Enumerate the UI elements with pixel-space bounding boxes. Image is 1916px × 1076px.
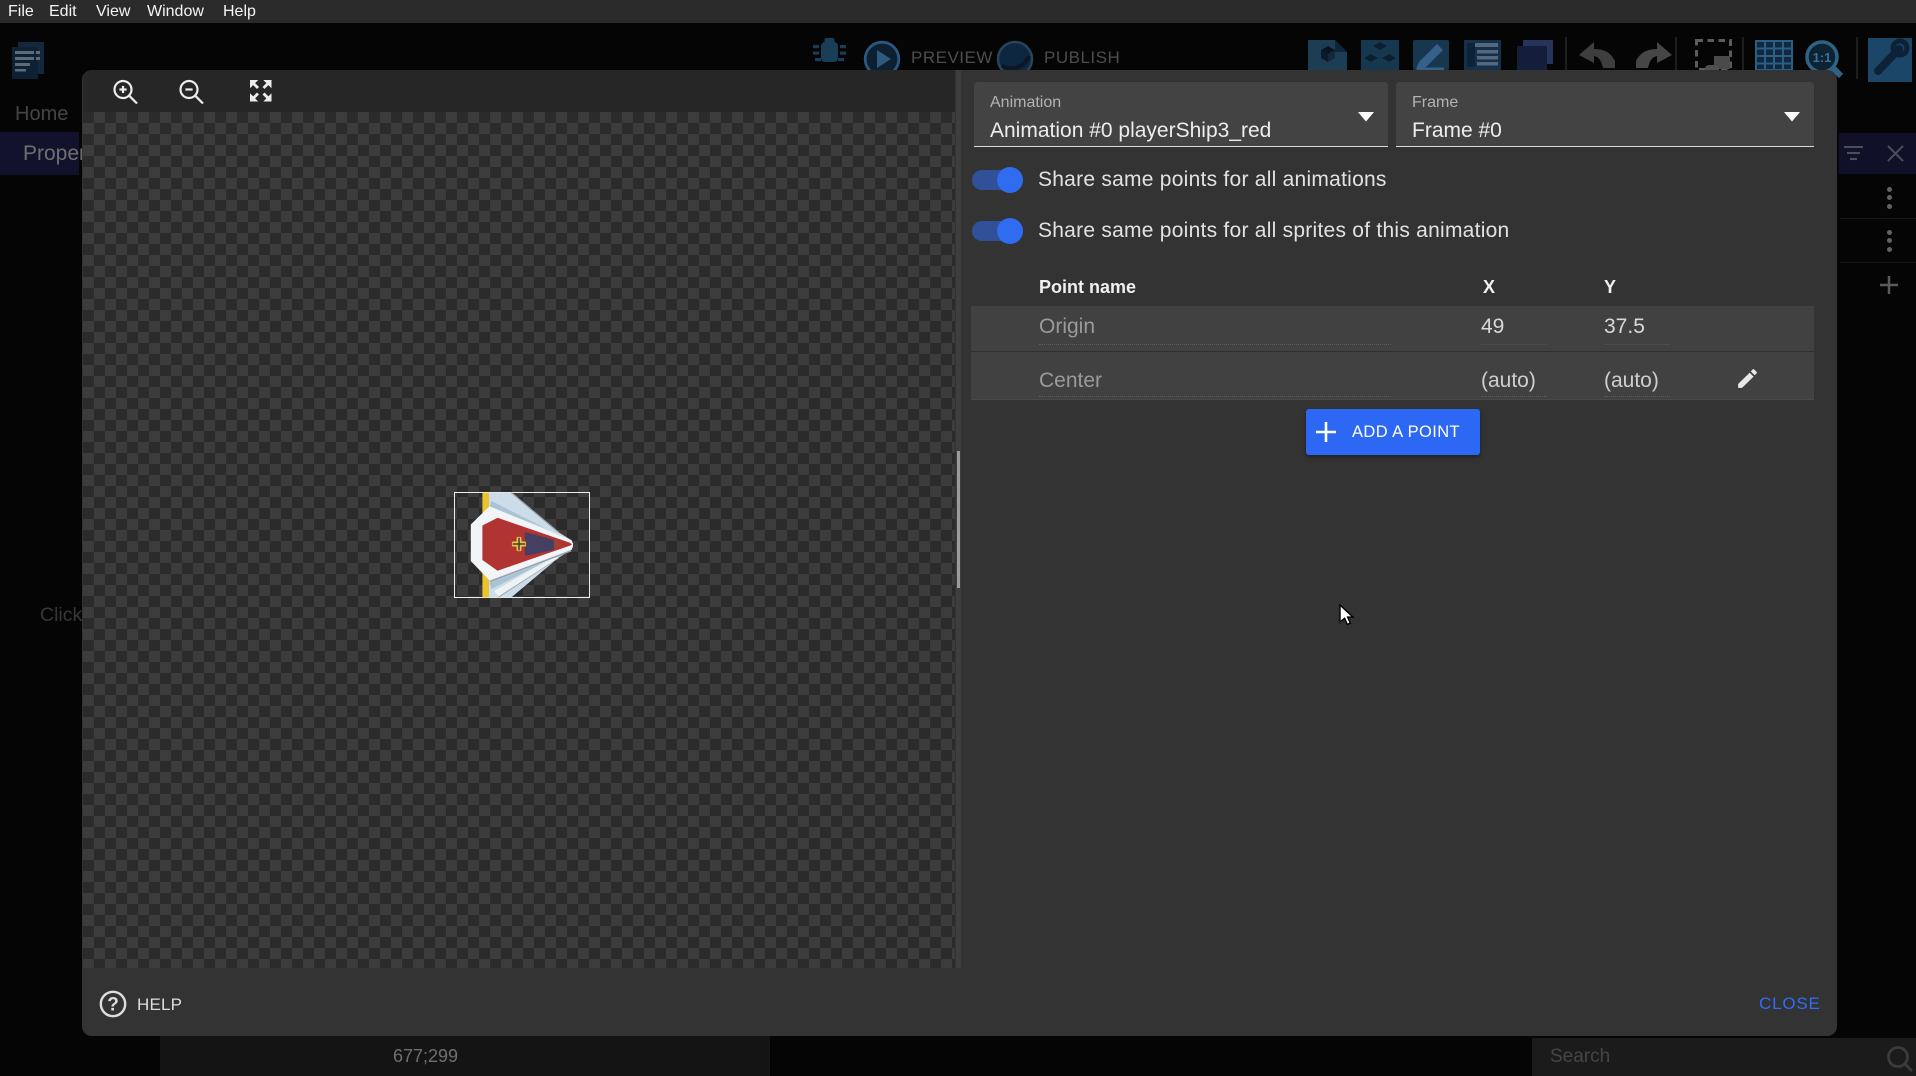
svg-text:1:1: 1:1	[1813, 50, 1832, 65]
svg-text:?: ?	[107, 995, 119, 1016]
